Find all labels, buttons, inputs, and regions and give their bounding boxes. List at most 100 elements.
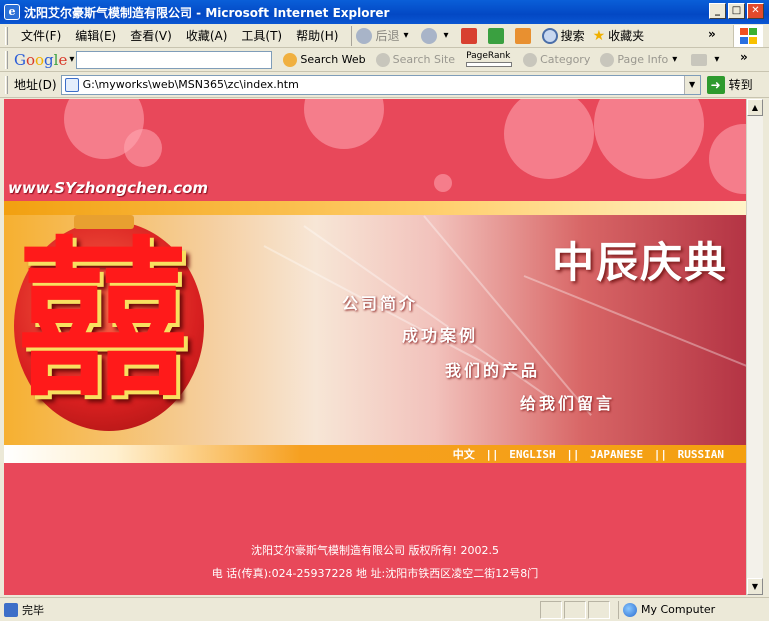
menu-file[interactable]: 文件(F) [14, 27, 68, 44]
search-web-button[interactable]: Search Web [278, 52, 370, 67]
decor-bubble [124, 129, 162, 167]
toolbar-more-icon[interactable]: » [708, 27, 716, 41]
search-icon [541, 27, 558, 44]
status-text: 完毕 [22, 603, 44, 617]
address-dropdown-icon[interactable]: ▼ [683, 75, 700, 94]
menu-view[interactable]: 查看(V) [123, 27, 179, 44]
footer-contact: 电 话(传真):024-25937228 地 址:沈阳市铁西区凌空二街12号8门 [211, 567, 539, 580]
address-grip[interactable] [5, 75, 8, 94]
home-button[interactable] [511, 27, 538, 44]
google-toolbar-grip[interactable] [5, 50, 8, 69]
stop-button[interactable] [457, 27, 484, 44]
pagerank-bar [466, 62, 513, 67]
menu-favorites[interactable]: 收藏(A) [179, 27, 235, 44]
menu-tools[interactable]: 工具(T) [234, 27, 289, 44]
page-info-label: Page Info [617, 53, 669, 66]
page-icon [64, 77, 79, 92]
status-pane [540, 600, 562, 619]
category-icon [523, 52, 538, 67]
address-input[interactable]: G:\myworks\web\MSN365\zc\index.htm ▼ [60, 74, 701, 95]
menu-bar: 文件(F) 编辑(E) 查看(V) 收藏(A) 工具(T) 帮助(H) 后退 ▾… [0, 24, 769, 48]
favorites-label: 收藏夹 [608, 29, 645, 43]
page-info-dropdown-icon[interactable]: ▾ [672, 54, 677, 65]
decor-bubble [304, 99, 384, 149]
ie-icon: e [4, 4, 20, 20]
refresh-icon [487, 27, 504, 44]
google-logo[interactable]: Google [14, 51, 67, 69]
toolbar-grip[interactable] [5, 26, 8, 45]
folder-dropdown-icon[interactable]: ▾ [714, 54, 719, 65]
zone-label: My Computer [641, 603, 716, 616]
favorites-button[interactable]: ★ 收藏夹 [589, 27, 649, 44]
lang-english[interactable]: ENGLISH [509, 448, 555, 461]
forward-button[interactable]: ▾ [417, 27, 457, 44]
minimize-button[interactable]: _ [709, 3, 726, 19]
address-bar: 地址(D) G:\myworks\web\MSN365\zc\index.htm… [0, 72, 769, 98]
back-label: 后退 [375, 29, 400, 43]
window-title: 沈阳艾尔豪斯气模制造有限公司 - Microsoft Internet Expl… [24, 5, 390, 20]
go-arrow-icon: ➜ [706, 75, 725, 94]
refresh-button[interactable] [484, 27, 511, 44]
banner-image: 囍 中辰庆典 公司简介 成功案例 我们的产品 给我们留言 [4, 215, 746, 445]
orange-stripe [4, 201, 746, 215]
close-button[interactable]: ✕ [747, 3, 764, 19]
scroll-up-button[interactable]: ▲ [747, 99, 763, 116]
forward-arrow-icon [420, 27, 437, 44]
windows-logo-icon [733, 25, 763, 47]
menu-edit[interactable]: 编辑(E) [68, 27, 123, 44]
google-menu-dropdown-icon[interactable]: ▾ [69, 54, 74, 65]
lang-separator: || [485, 448, 499, 461]
address-label: 地址(D) [14, 78, 57, 92]
double-happiness-glyph: 囍 [18, 220, 188, 420]
decor-bubble [504, 99, 594, 179]
back-dropdown-icon[interactable]: ▾ [404, 30, 409, 41]
scroll-down-button[interactable]: ▼ [747, 578, 763, 595]
search-web-icon [283, 52, 298, 67]
address-url: G:\myworks\web\MSN365\zc\index.htm [82, 78, 299, 91]
nav-company-profile[interactable]: 公司简介 [342, 290, 418, 314]
page-done-icon [4, 602, 18, 617]
google-toolbar-more-icon[interactable]: » [740, 50, 748, 64]
title-bar[interactable]: e 沈阳艾尔豪斯气模制造有限公司 - Microsoft Internet Ex… [0, 0, 769, 24]
my-computer-icon [623, 602, 637, 617]
search-site-icon [375, 52, 390, 67]
brand-logo: 中辰庆典 [552, 238, 729, 287]
pagerank-indicator[interactable]: PageRank [466, 51, 513, 67]
category-button[interactable]: Category [518, 52, 595, 67]
security-zone[interactable]: My Computer [618, 600, 716, 619]
language-links: 中文 || ENGLISH || JAPANESE || RUSSIAN [451, 446, 726, 462]
back-arrow-icon [356, 27, 373, 44]
lang-russian[interactable]: RUSSIAN [678, 448, 724, 461]
status-pane [588, 600, 610, 619]
forward-dropdown-icon[interactable]: ▾ [444, 30, 449, 41]
vertical-scrollbar[interactable]: ▲ ▼ [746, 99, 763, 595]
site-url: www.SYzhongchen.com [8, 179, 209, 197]
star-icon: ★ [592, 27, 606, 44]
category-label: Category [540, 53, 591, 66]
nav-our-products[interactable]: 我们的产品 [445, 357, 540, 381]
google-search-input[interactable] [76, 50, 273, 69]
maximize-button[interactable]: □ [728, 3, 745, 19]
go-button[interactable]: ➜ 转到 [706, 75, 753, 94]
menu-help[interactable]: 帮助(H) [289, 27, 345, 44]
back-button[interactable]: 后退 ▾ [352, 27, 416, 44]
search-button[interactable]: 搜索 [538, 27, 589, 44]
lang-separator: || [653, 448, 668, 461]
nav-success-cases[interactable]: 成功案例 [402, 322, 478, 346]
nav-leave-message[interactable]: 给我们留言 [520, 390, 615, 414]
stop-icon [460, 27, 477, 44]
google-toolbar: Google ▾ Search Web Search Site PageRank… [0, 48, 769, 72]
up-folder-button[interactable]: ▾ [686, 53, 728, 66]
go-label: 转到 [728, 78, 753, 92]
lang-japanese[interactable]: JAPANESE [590, 448, 643, 461]
page-info-button[interactable]: Page Info ▾ [595, 52, 686, 67]
pagerank-label: PageRank [466, 51, 511, 61]
search-site-label: Search Site [392, 53, 456, 66]
page-viewport[interactable]: www.SYzhongchen.com 囍 中辰庆典 公司简介 成功案例 我们的… [4, 99, 746, 595]
language-bar: 中文 || ENGLISH || JAPANESE || RUSSIAN [4, 445, 746, 463]
search-label: 搜索 [560, 29, 585, 43]
search-site-button[interactable]: Search Site [371, 52, 460, 67]
folder-icon [691, 53, 708, 66]
lang-chinese[interactable]: 中文 [453, 448, 475, 461]
decor-bubble [434, 174, 452, 192]
